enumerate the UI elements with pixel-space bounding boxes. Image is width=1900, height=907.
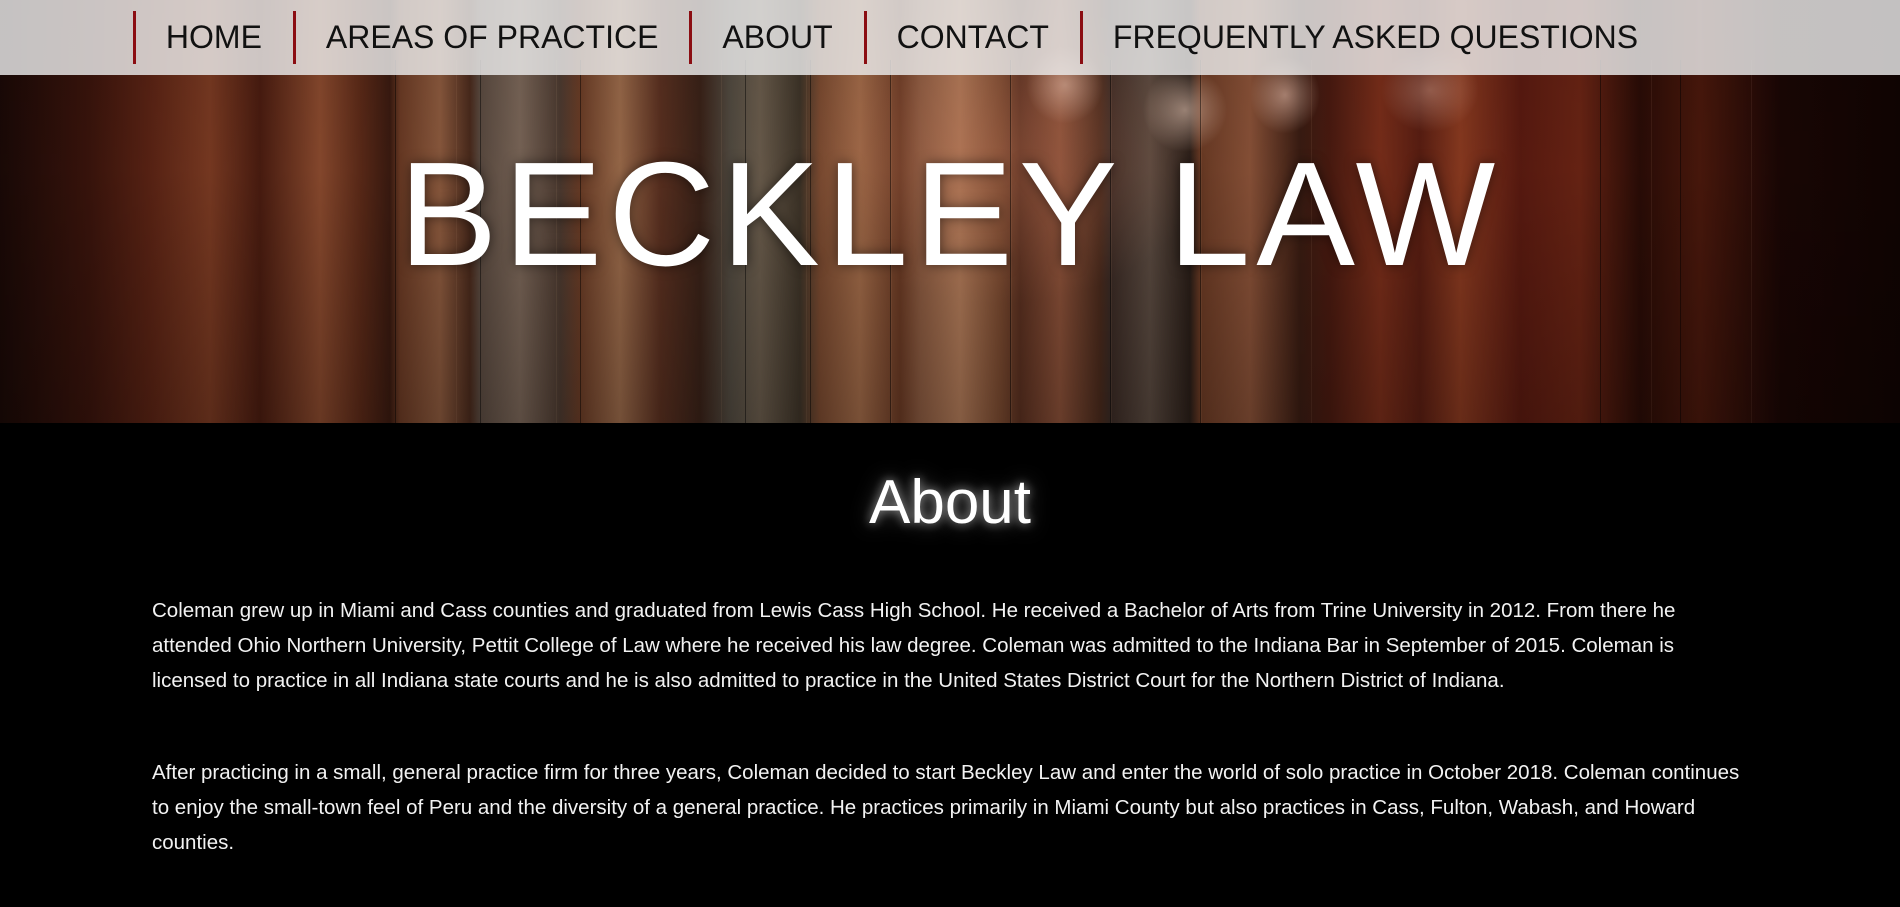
- nav-list: HOME AREAS OF PRACTICE ABOUT CONTACT FRE…: [132, 11, 1669, 64]
- about-paragraph-1: Coleman grew up in Miami and Cass counti…: [152, 599, 1676, 692]
- nav-item-about[interactable]: ABOUT: [689, 11, 863, 64]
- nav-item-areas-of-practice[interactable]: AREAS OF PRACTICE: [292, 11, 690, 64]
- page: BECKLEY LAW HOME AREAS OF PRACTICE ABOUT…: [0, 0, 1900, 907]
- site-title: BECKLEY LAW: [398, 132, 1502, 297]
- nav-item-home[interactable]: HOME: [132, 11, 293, 64]
- main-navigation: HOME AREAS OF PRACTICE ABOUT CONTACT FRE…: [0, 0, 1900, 75]
- nav-item-faq[interactable]: FREQUENTLY ASKED QUESTIONS: [1079, 11, 1669, 64]
- nav-item-contact[interactable]: CONTACT: [863, 11, 1080, 64]
- about-section: About Coleman grew up in Miami and Cass …: [0, 423, 1900, 907]
- about-heading: About: [868, 468, 1032, 537]
- about-paragraph-2: After practicing in a small, general pra…: [152, 761, 1740, 854]
